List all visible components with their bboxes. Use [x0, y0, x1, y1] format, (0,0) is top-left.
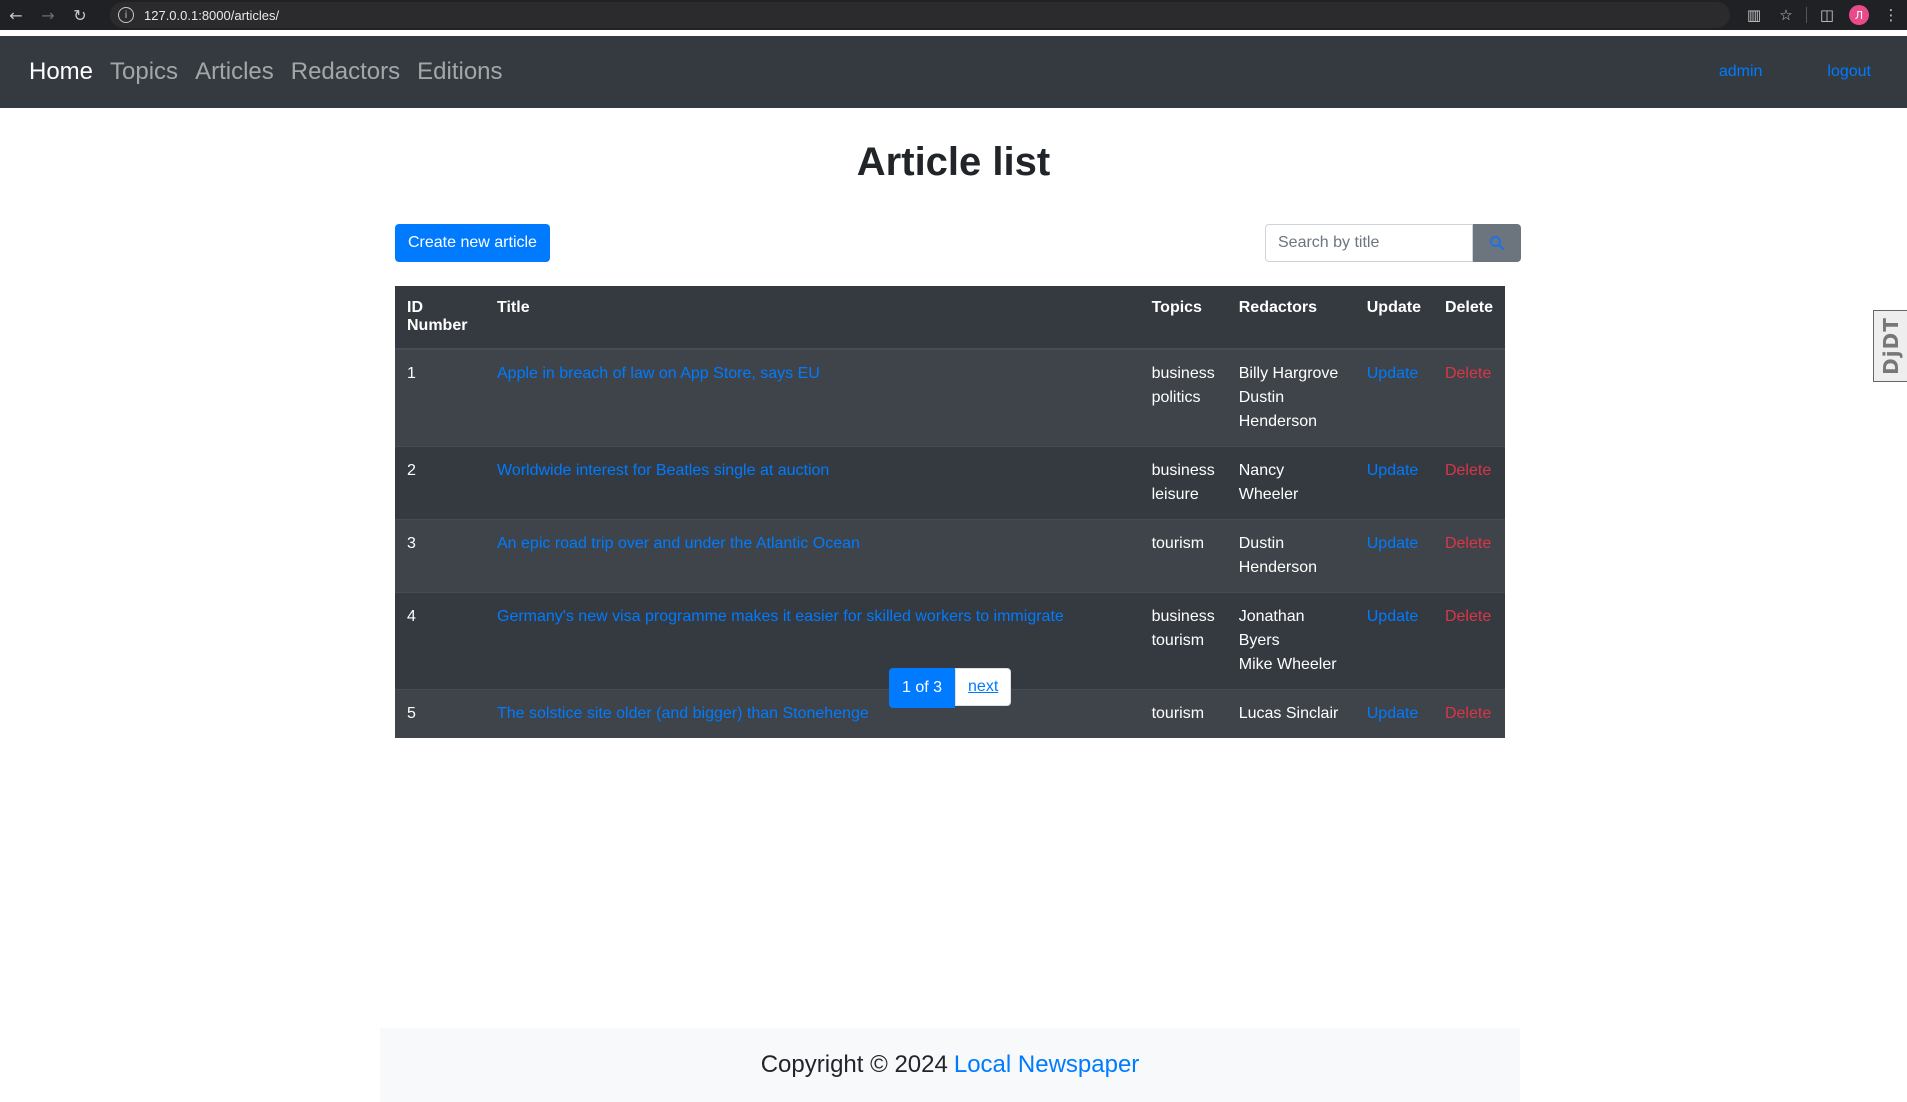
- redactor: Dustin Henderson: [1238, 535, 1318, 576]
- forward-arrow-icon[interactable]: →: [32, 0, 64, 30]
- header-id: ID Number: [395, 286, 485, 350]
- translate-icon[interactable]: ▥: [1738, 0, 1770, 30]
- topic: business: [1151, 462, 1215, 479]
- bookmark-star-icon[interactable]: ☆: [1770, 0, 1802, 30]
- redactor: Jonathan Byers: [1238, 608, 1305, 649]
- table-header-row: ID Number Title Topics Redactors Update …: [395, 286, 1505, 350]
- redactor: Billy Hargrove: [1238, 365, 1339, 382]
- cell-id: 5: [395, 689, 485, 738]
- search-form: [1265, 224, 1521, 262]
- pagination-next-link[interactable]: next: [955, 668, 1012, 706]
- article-title-link[interactable]: The solstice site older (and bigger) tha…: [497, 705, 869, 722]
- topic: tourism: [1151, 632, 1205, 649]
- debug-toolbar-label: DjDT: [1878, 317, 1903, 375]
- cell-topics: business leisure: [1139, 446, 1227, 520]
- cell-id: 3: [395, 519, 485, 593]
- update-link[interactable]: Update: [1367, 608, 1419, 625]
- header-redactors: Redactors: [1226, 286, 1355, 350]
- nav-user-admin[interactable]: admin: [1719, 63, 1763, 81]
- footer-copyright: Copyright © 2024: [760, 1051, 948, 1078]
- header-topics: Topics: [1139, 286, 1227, 350]
- page-footer: Copyright © 2024 Local Newspaper: [380, 1028, 1520, 1102]
- delete-link[interactable]: Delete: [1445, 365, 1491, 382]
- pagination-current-page: 1 of 3: [889, 668, 956, 708]
- nav-home[interactable]: Home: [29, 58, 93, 86]
- delete-link[interactable]: Delete: [1445, 705, 1491, 722]
- topic: business: [1151, 365, 1215, 382]
- nav-links: Home Topics Articles Redactors Editions: [29, 58, 520, 86]
- header-delete: Delete: [1432, 286, 1505, 350]
- menu-kebab-icon[interactable]: ⋮: [1875, 0, 1907, 30]
- nav-topics[interactable]: Topics: [110, 58, 178, 86]
- back-arrow-icon[interactable]: ←: [0, 0, 32, 30]
- topic: business: [1151, 608, 1215, 625]
- topic: politics: [1151, 389, 1201, 406]
- topic: tourism: [1151, 535, 1205, 552]
- profile-button[interactable]: Л: [1843, 0, 1875, 30]
- cell-id: 4: [395, 592, 485, 690]
- cell-redactors: Lucas Sinclair: [1226, 689, 1355, 738]
- toolbar-divider: [1806, 7, 1807, 23]
- cell-redactors: Dustin Henderson: [1226, 519, 1355, 593]
- update-link[interactable]: Update: [1367, 535, 1419, 552]
- browser-toolbar: ← → ↻ i 127.0.0.1:8000/articles/ ▥ ☆ ◫ Л…: [0, 0, 1907, 30]
- article-title-link[interactable]: An epic road trip over and under the Atl…: [497, 535, 860, 552]
- main-navbar: Home Topics Articles Redactors Editions …: [0, 36, 1907, 108]
- delete-link[interactable]: Delete: [1445, 535, 1491, 552]
- delete-link[interactable]: Delete: [1445, 608, 1491, 625]
- nav-redactors[interactable]: Redactors: [291, 58, 400, 86]
- reload-icon[interactable]: ↻: [64, 0, 96, 30]
- avatar[interactable]: Л: [1849, 5, 1869, 25]
- redactor: Lucas Sinclair: [1238, 705, 1339, 722]
- table-row: 1 Apple in breach of law on App Store, s…: [395, 348, 1505, 447]
- search-icon: [1490, 236, 1505, 251]
- redactor: Nancy Wheeler: [1238, 462, 1299, 503]
- site-info-icon[interactable]: i: [118, 7, 134, 23]
- cell-topics: business tourism: [1139, 592, 1227, 690]
- page-title: Article list: [856, 140, 1051, 184]
- nav-logout[interactable]: logout: [1827, 63, 1871, 81]
- redactor: Dustin Henderson: [1238, 389, 1318, 430]
- article-title-link[interactable]: Germany's new visa programme makes it ea…: [497, 608, 1064, 625]
- topic: leisure: [1151, 486, 1199, 503]
- extensions-icon[interactable]: ◫: [1811, 0, 1843, 30]
- search-button[interactable]: [1473, 224, 1521, 262]
- cell-redactors: Nancy Wheeler: [1226, 446, 1355, 520]
- nav-editions[interactable]: Editions: [417, 58, 502, 86]
- cell-topics: business politics: [1139, 348, 1227, 447]
- cell-redactors: Billy Hargrove Dustin Henderson: [1226, 348, 1355, 447]
- cell-topics: tourism: [1139, 689, 1227, 738]
- header-title: Title: [485, 286, 1140, 350]
- table-row: 3 An epic road trip over and under the A…: [395, 519, 1505, 593]
- cell-id: 1: [395, 348, 485, 447]
- header-update: Update: [1354, 286, 1433, 350]
- article-title-link[interactable]: Worldwide interest for Beatles single at…: [497, 462, 829, 479]
- pagination: 1 of 3 next: [889, 668, 1012, 708]
- update-link[interactable]: Update: [1367, 705, 1419, 722]
- nav-articles[interactable]: Articles: [195, 58, 274, 86]
- article-title-link[interactable]: Apple in breach of law on App Store, say…: [497, 365, 820, 382]
- url-text[interactable]: 127.0.0.1:8000/articles/: [144, 8, 279, 23]
- cell-topics: tourism: [1139, 519, 1227, 593]
- topic: tourism: [1151, 705, 1205, 722]
- debug-toolbar-handle[interactable]: DjDT: [1873, 310, 1907, 382]
- redactor: Mike Wheeler: [1238, 656, 1337, 673]
- cell-redactors: Jonathan Byers Mike Wheeler: [1226, 592, 1355, 690]
- cell-id: 2: [395, 446, 485, 520]
- delete-link[interactable]: Delete: [1445, 462, 1491, 479]
- search-input[interactable]: [1265, 224, 1473, 262]
- footer-site-link[interactable]: Local Newspaper: [954, 1051, 1139, 1079]
- update-link[interactable]: Update: [1367, 365, 1419, 382]
- address-bar[interactable]: i 127.0.0.1:8000/articles/: [110, 2, 1730, 28]
- update-link[interactable]: Update: [1367, 462, 1419, 479]
- create-article-button[interactable]: Create new article: [395, 224, 550, 262]
- table-row: 2 Worldwide interest for Beatles single …: [395, 446, 1505, 520]
